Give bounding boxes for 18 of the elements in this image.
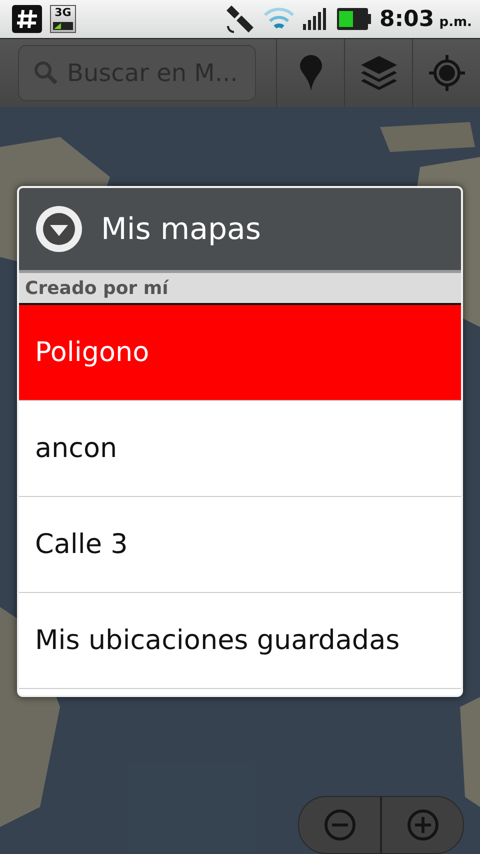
satellite-icon xyxy=(225,4,256,34)
layers-icon xyxy=(360,56,396,90)
dropdown-icon xyxy=(35,205,83,253)
battery-icon xyxy=(337,8,372,30)
clock: 8:03 p.m. xyxy=(379,6,472,32)
search-icon xyxy=(33,60,59,86)
plus-icon xyxy=(406,808,440,842)
map-list-item[interactable]: Poligono xyxy=(19,305,461,401)
map-list-item[interactable]: ancon xyxy=(19,401,461,497)
minus-icon xyxy=(322,808,356,842)
map-list-item[interactable]: Calle 3 xyxy=(19,497,461,593)
map-pin-icon xyxy=(300,55,322,91)
hash-icon xyxy=(12,5,42,33)
network-type-icon: 3G xyxy=(50,5,76,33)
map-list-item[interactable]: Mis ubicaciones guardadas xyxy=(19,593,461,689)
section-header: Creado por mí xyxy=(19,273,461,305)
crosshair-icon xyxy=(428,55,464,91)
dialog-title: Mis mapas xyxy=(101,212,262,246)
